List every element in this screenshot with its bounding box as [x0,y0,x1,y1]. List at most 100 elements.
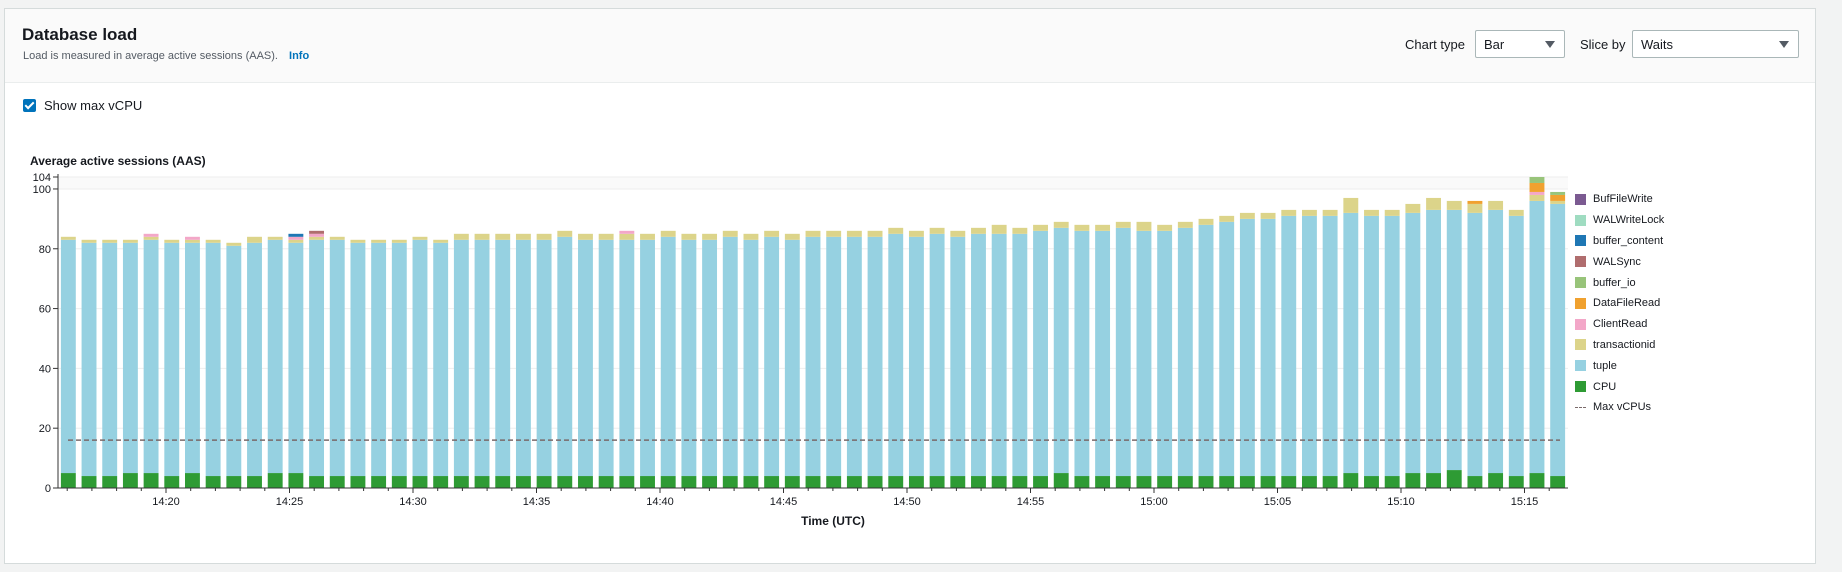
bar-segment-transactionid [247,236,262,243]
bar-segment-transactionid [1136,221,1152,231]
bar-segment-cpu [329,476,345,488]
bar-segment-cpu [288,473,304,488]
bar-segment-walsync [309,230,325,234]
bar-segment-transactionid [1405,203,1421,213]
bar-segment-cpu [1177,476,1193,488]
bar-segment-tuple [971,233,986,477]
legend-item[interactable]: CPU [1575,376,1664,397]
x-tick-label: 15:10 [1387,496,1415,508]
bar-segment-cpu [164,476,180,488]
bar-segment-transactionid [60,236,76,240]
bar-segment-cpu [971,476,986,488]
bar-segment-tuple [702,239,718,477]
bar-segment-cpu [495,476,511,488]
y-tick-label: 60 [39,304,51,316]
legend-item[interactable]: ClientRead [1575,314,1664,335]
bar-segment-transactionid [1467,203,1483,213]
bar-segment-tuple [453,239,469,477]
legend-item[interactable]: transactionid [1575,335,1664,356]
legend-swatch [1575,297,1586,309]
legend-label: buffer_io [1593,276,1636,289]
bar-segment-tuple [288,242,304,474]
legend-label: CPU [1593,380,1617,393]
bar-segment-transactionid [846,230,862,237]
x-tick-label: 14:30 [399,496,427,508]
bar-segment-tuple [1281,215,1297,477]
slice-by-select[interactable]: Waits [1632,30,1799,58]
bar-segment-transactionid [660,230,676,237]
bar-segment-cpu [784,476,800,488]
bar-segment-tuple [309,239,325,477]
bar-segment-cpu [1364,476,1379,488]
bar-segment-transactionid [1198,218,1214,225]
bar-segment-clientread [143,233,159,237]
x-tick-label: 14:40 [646,496,674,508]
x-tick-label: 14:25 [276,496,304,508]
bar-segment-tuple [950,236,966,477]
show-max-vcpu-checkbox[interactable] [23,99,36,112]
bar-segment-cpu [1301,476,1317,488]
legend-label: DataFileRead [1593,297,1661,310]
bar-segment-tuple [929,233,945,477]
legend-swatch [1575,360,1586,372]
legend-item[interactable]: Max vCPUs [1575,397,1664,418]
show-max-vcpu-option[interactable]: Show max vCPU [23,98,142,113]
info-link[interactable]: Info [289,50,309,62]
bar-segment-transactionid [1322,209,1338,216]
bar-segment-cpu [867,476,883,488]
legend-label: Max vCPUs [1593,401,1652,414]
panel-title: Database load [22,25,138,44]
subtitle-text: Load is measured in average active sessi… [23,50,278,62]
bar-segment-cpu [1198,476,1214,488]
legend-item[interactable]: WALWriteLock [1575,210,1664,231]
bar-segment-datafileread [1529,182,1545,192]
bar-segment-transactionid [185,239,200,243]
dashed-line-swatch [1575,406,1586,408]
legend-item[interactable]: DataFileRead [1575,293,1664,314]
bar-segment-tuple [536,239,552,477]
legend-label: BufFileWrite [1593,193,1653,206]
bar-segment-tuple [1053,227,1069,474]
legend-item[interactable]: tuple [1575,355,1664,376]
bar-segment-cpu [950,476,966,488]
bar-segment-tuple [350,242,366,477]
bar-segment-cpu [371,476,387,488]
bar-segment-tuple [1157,230,1173,477]
bar-segment-cpu [764,476,780,488]
bar-segment-transactionid [743,233,759,240]
bar-segment-tuple [1467,212,1483,477]
legend-item[interactable]: BufFileWrite [1575,189,1664,210]
bar-segment-tuple [60,239,76,474]
legend-item[interactable]: buffer_content [1575,231,1664,252]
bar-segment-cpu [888,476,904,488]
legend-label: transactionid [1593,338,1656,351]
y-tick-label: 40 [39,363,51,375]
bar-segment-cpu [660,476,676,488]
bar-segment-tuple [1550,203,1566,477]
bar-segment-transactionid [908,230,924,237]
bar-segment-transactionid [164,239,180,243]
bar-segment-transactionid [991,224,1007,234]
legend-label: ClientRead [1593,318,1648,331]
legend-swatch [1575,381,1586,393]
bar-segment-tuple [143,239,159,474]
chart-type-select[interactable]: Bar [1475,30,1565,58]
bar-segment-cpu [205,476,221,488]
bar-segment-tuple [619,239,635,477]
bar-segment-transactionid [557,230,573,237]
legend-swatch [1575,256,1586,268]
slice-by-label: Slice by [1580,37,1626,52]
bar-segment-transactionid [1095,224,1111,231]
bar-segment-transactionid [619,233,635,240]
legend-item[interactable]: buffer_io [1575,272,1664,293]
bar-segment-transactionid [143,236,159,240]
x-axis-label: Time (UTC) [801,514,865,528]
bar-segment-transactionid [1384,209,1400,216]
bar-segment-transactionid [1508,209,1524,216]
bar-segment-tuple [267,239,283,474]
bar-segment-buffer_io [1529,177,1545,183]
bar-segment-tuple [1364,215,1379,477]
bar-segment-transactionid [1364,209,1379,216]
legend-item[interactable]: WALSync [1575,251,1664,272]
y-tick-label: 104 [33,172,51,184]
